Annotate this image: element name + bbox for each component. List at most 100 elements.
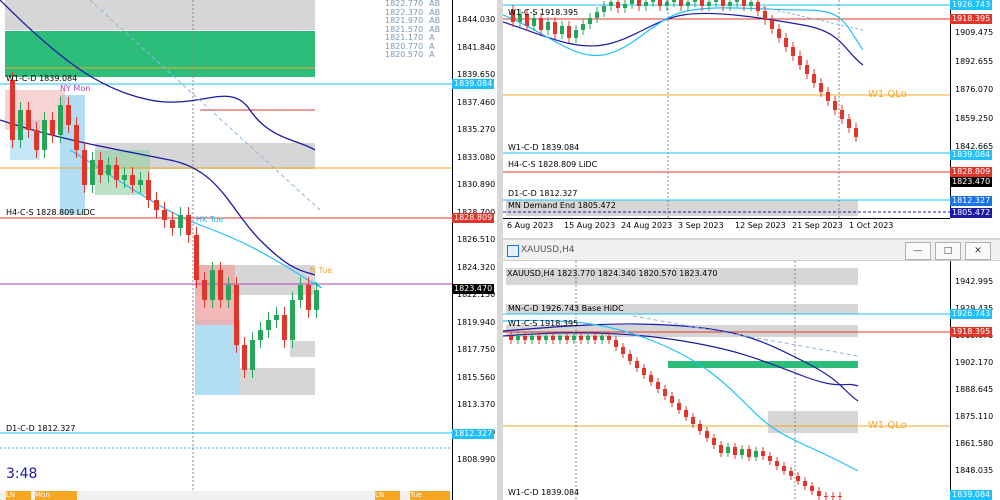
candle-body xyxy=(635,361,639,368)
date-tick: 15 Aug 2023 xyxy=(564,221,616,230)
candle-body xyxy=(274,315,279,320)
candle-body xyxy=(42,120,47,150)
candle-body xyxy=(250,340,255,370)
top-right-chart-panel[interactable]: W1-C-S 1918.395 W1 QLo W1-C-D 1839.084 H… xyxy=(503,0,1000,240)
minimize-button[interactable]: — xyxy=(905,242,931,260)
candle-body xyxy=(728,2,732,6)
candle-body xyxy=(705,431,709,438)
br-ma-lightblue xyxy=(503,319,859,472)
candle-body xyxy=(314,290,319,310)
candle-body xyxy=(298,285,303,300)
candle-body xyxy=(637,0,641,6)
candle-body xyxy=(838,496,842,497)
bottom-right-plot[interactable] xyxy=(503,261,950,500)
zone-grey-small xyxy=(290,341,315,357)
price-tick: 1813.370 xyxy=(457,400,496,409)
candle-body xyxy=(194,235,199,280)
br-symbol-line: XAUUSD,H4 1823.770 1824.340 1820.570 182… xyxy=(507,269,718,278)
candle-body xyxy=(742,0,746,6)
candle-body xyxy=(202,280,207,300)
session-tag-tue: Tue xyxy=(410,491,450,500)
candle-body xyxy=(290,300,295,340)
candle-body xyxy=(824,496,828,497)
candle-body xyxy=(226,285,231,300)
candle-body xyxy=(826,92,830,101)
session-tag-ln-1: LN xyxy=(6,491,31,500)
candle-body xyxy=(122,175,127,180)
tr-label-w1: W1-C-D 1839.084 xyxy=(508,143,580,152)
left-chart-panel[interactable]: W1-C-D 1839.084 NY Mon H4-C-S 1828.809 L… xyxy=(0,0,497,500)
candle-body xyxy=(50,120,55,135)
candle-body xyxy=(712,438,716,445)
candle-body xyxy=(258,330,263,340)
candle-body xyxy=(707,2,711,6)
tr-box-w1: 1839.084 xyxy=(950,150,993,160)
candle-body xyxy=(537,336,541,340)
candle-body xyxy=(782,466,786,471)
candle-body xyxy=(803,481,807,486)
date-tick: 1 Oct 2023 xyxy=(849,221,894,230)
candle-body xyxy=(768,456,772,461)
window-titlebar[interactable]: XAUUSD,H4 — □ ✕ xyxy=(503,240,1000,261)
candle-body xyxy=(665,2,669,6)
candle-body xyxy=(26,110,31,130)
candle-body xyxy=(551,336,555,340)
candle-body xyxy=(833,101,837,110)
bottom-right-window[interactable]: XAUUSD,H4 — □ ✕ XAUUSD,H4 1823.770 1824.… xyxy=(503,240,1000,500)
br-price-axis[interactable]: 1942.9951929.4351915.8751902.1701888.645… xyxy=(950,261,1000,500)
candle-body xyxy=(691,417,695,424)
price-tick: 1841.840 xyxy=(457,42,496,52)
candle-body xyxy=(530,336,534,340)
candle-body xyxy=(649,375,653,382)
price-tick: 1824.320 xyxy=(457,262,496,272)
candle-body xyxy=(154,200,159,210)
candle-body xyxy=(565,336,569,340)
left-box-current: 1823.470 xyxy=(452,284,495,294)
tr-box-mn: 1926.743 xyxy=(950,0,993,10)
candle-body xyxy=(775,461,779,466)
candle-body xyxy=(10,80,15,140)
candle-body xyxy=(719,445,723,453)
tr-ma-navy xyxy=(503,12,864,66)
price-tick: 1861.580 xyxy=(955,439,994,448)
chart-body[interactable]: XAUUSD,H4 1823.770 1824.340 1820.570 182… xyxy=(503,261,1000,500)
candle-body xyxy=(721,0,725,6)
date-tick: 3 Sep 2023 xyxy=(678,221,724,230)
candle-body xyxy=(677,403,681,410)
candle-body xyxy=(170,220,175,228)
price-tick: 1835.270 xyxy=(457,125,496,134)
countdown-timer: 3:48 xyxy=(6,466,38,482)
candle-body xyxy=(656,382,660,389)
candle-body xyxy=(798,56,802,65)
candle-body xyxy=(178,215,183,228)
candle-body xyxy=(58,105,63,135)
demand-zone-green xyxy=(5,31,315,77)
label-w1: W1-C-D 1839.084 xyxy=(6,74,78,83)
candle-body xyxy=(733,447,737,455)
candle-body xyxy=(770,20,774,29)
price-tag-list: 1822.770 AB 1822.370 AB 1821.970 AB 1821.570 AB… xyxy=(385,0,445,60)
tr-box-d1: 1812.327 xyxy=(950,196,993,206)
date-tick: 6 Aug 2023 xyxy=(507,221,554,230)
candle-body xyxy=(623,4,627,8)
top-right-plot[interactable] xyxy=(503,0,950,218)
candle-body xyxy=(539,18,543,30)
session-bar: LN Mon LN Tue xyxy=(0,491,452,500)
candle-body xyxy=(840,110,844,119)
candle-body xyxy=(581,24,585,30)
supply-zone-grey-top xyxy=(5,0,315,30)
candle-body xyxy=(784,38,788,47)
candle-body xyxy=(567,26,571,38)
left-price-axis[interactable]: 1844.030 1841.840 1839.650 1837.460 1835.270… xyxy=(452,0,497,500)
candle-body xyxy=(630,0,634,4)
candle-body xyxy=(186,215,191,235)
candle-body xyxy=(628,354,632,361)
date-tick: 12 Sep 2023 xyxy=(735,221,786,230)
maximize-button[interactable]: □ xyxy=(935,242,961,260)
candle-body xyxy=(761,451,765,456)
candle-body xyxy=(847,119,851,128)
chart-icon xyxy=(507,245,519,257)
tr-time-axis[interactable]: 6 Aug 2023 15 Aug 2023 24 Aug 2023 3 Sep 20… xyxy=(503,218,950,238)
close-button[interactable]: ✕ xyxy=(965,242,991,260)
price-tick: 1815.560 xyxy=(457,372,496,382)
